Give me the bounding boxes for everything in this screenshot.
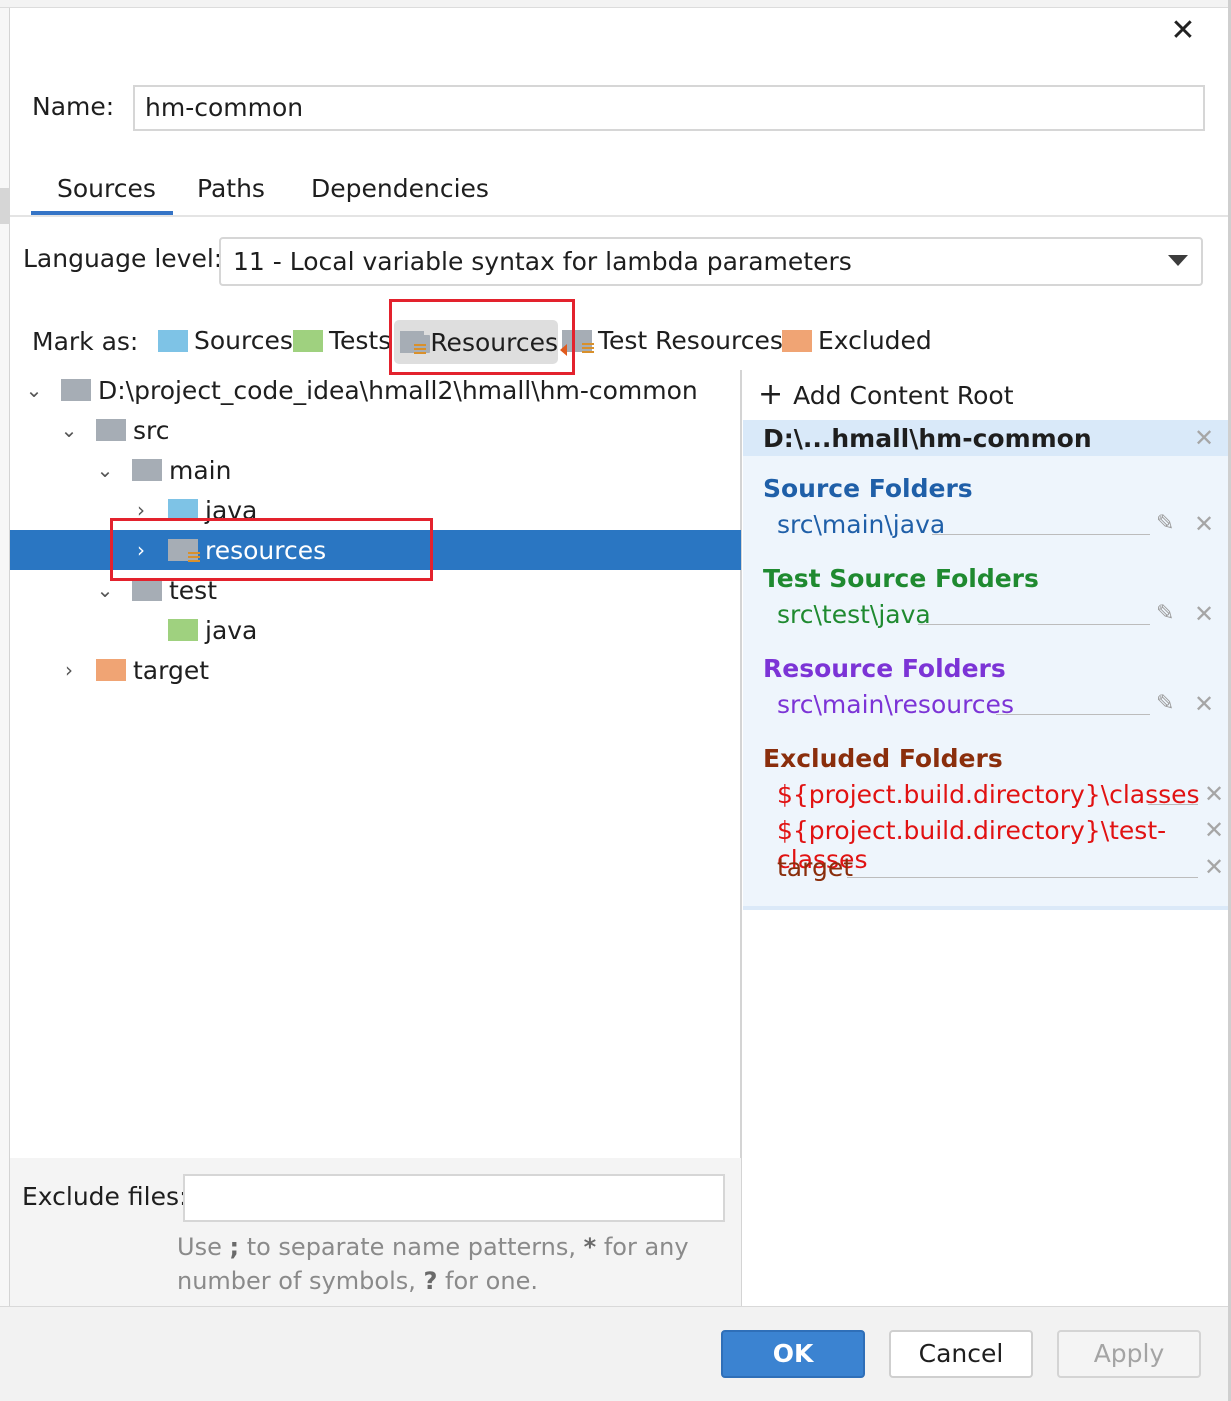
entry-leader-line bbox=[1148, 804, 1198, 805]
remove-icon[interactable]: ✕ bbox=[1194, 690, 1214, 718]
tree-label: target bbox=[133, 655, 210, 685]
exclude-files-input[interactable] bbox=[183, 1174, 725, 1222]
folder-tree[interactable]: ⌄ D:\project_code_idea\hmall2\hmall\hm-c… bbox=[10, 370, 741, 1158]
edit-pencil-icon[interactable]: ✎ bbox=[1156, 601, 1174, 626]
remove-icon[interactable]: ✕ bbox=[1204, 853, 1224, 881]
tree-label: D:\project_code_idea\hmall2\hmall\hm-com… bbox=[98, 375, 698, 405]
folder-green-icon bbox=[168, 619, 198, 641]
name-label: Name: bbox=[32, 92, 115, 121]
remove-content-root-icon[interactable]: ✕ bbox=[1194, 424, 1214, 452]
edit-pencil-icon[interactable]: ✎ bbox=[1156, 691, 1174, 716]
language-level-label: Language level: bbox=[23, 244, 223, 273]
source-folders-title: Source Folders bbox=[763, 474, 973, 503]
add-content-root-label: Add Content Root bbox=[793, 380, 1014, 410]
entry-leader-line bbox=[918, 624, 1150, 625]
source-folder-entry: src\main\java bbox=[777, 510, 946, 539]
tab-separator bbox=[10, 215, 1228, 217]
remove-icon[interactable]: ✕ bbox=[1204, 816, 1224, 844]
tree-row-src[interactable]: ⌄ src bbox=[10, 410, 741, 450]
folder-green-icon bbox=[293, 329, 323, 352]
entry-leader-line bbox=[847, 877, 1198, 878]
edit-pencil-icon[interactable]: ✎ bbox=[1156, 511, 1174, 536]
mark-as-tests-label: Tests bbox=[329, 326, 392, 355]
cancel-button[interactable]: Cancel bbox=[889, 1330, 1033, 1378]
entry-leader-line bbox=[932, 534, 1150, 535]
excluded-folder-entry: ${project.build.directory}\classes bbox=[777, 780, 1200, 809]
tree-row-main[interactable]: ⌄ main bbox=[10, 450, 741, 490]
apply-button[interactable]: Apply bbox=[1057, 1330, 1201, 1378]
mark-as-excluded-button[interactable]: Excluded bbox=[782, 326, 932, 355]
tab-dependencies[interactable]: Dependencies bbox=[311, 174, 489, 203]
folder-orange-icon bbox=[96, 659, 126, 681]
remove-icon[interactable]: ✕ bbox=[1204, 780, 1224, 808]
test-source-folders-title: Test Source Folders bbox=[763, 564, 1039, 593]
folder-blue-icon bbox=[158, 329, 188, 352]
tree-label: main bbox=[169, 455, 232, 485]
resource-folders-title: Resource Folders bbox=[763, 654, 1006, 683]
left-edge-marker bbox=[0, 188, 10, 224]
ok-button[interactable]: OK bbox=[721, 1330, 865, 1378]
tab-paths[interactable]: Paths bbox=[197, 174, 265, 203]
background-tab-strip bbox=[0, 0, 1231, 8]
dropdown-arrow-icon[interactable] bbox=[1168, 255, 1188, 266]
chevron-down-icon[interactable]: ⌄ bbox=[58, 419, 80, 441]
tree-row-test-java[interactable]: java bbox=[10, 610, 741, 650]
tree-label: java bbox=[205, 615, 258, 645]
name-field[interactable]: hm-common bbox=[133, 85, 1205, 131]
folder-gray-icon bbox=[96, 419, 126, 441]
remove-icon[interactable]: ✕ bbox=[1194, 510, 1214, 538]
folder-orange-icon bbox=[782, 329, 812, 352]
mark-as-test-resources-button[interactable]: Test Resources bbox=[560, 326, 783, 356]
tree-label: src bbox=[133, 415, 170, 445]
chevron-down-icon[interactable]: ⌄ bbox=[23, 379, 45, 401]
mark-as-label: Mark as: bbox=[32, 327, 139, 356]
mark-as-tests-button[interactable]: Tests bbox=[293, 326, 391, 355]
annotation-box-resources-folder bbox=[110, 518, 433, 581]
folder-gray-icon bbox=[61, 379, 91, 401]
mark-as-sources-button[interactable]: Sources bbox=[158, 326, 293, 355]
exclude-files-hint: Use ; to separate name patterns, * for a… bbox=[177, 1233, 689, 1295]
plus-icon: + bbox=[758, 377, 784, 412]
close-icon[interactable]: ✕ bbox=[1160, 12, 1206, 50]
tab-sources[interactable]: Sources bbox=[57, 174, 156, 203]
test-source-folder-entry: src\test\java bbox=[777, 600, 931, 629]
mark-as-test-resources-label: Test Resources bbox=[598, 326, 783, 355]
folder-gray-icon bbox=[132, 579, 162, 601]
chevron-right-icon[interactable]: › bbox=[58, 659, 80, 681]
tree-row-root[interactable]: ⌄ D:\project_code_idea\hmall2\hmall\hm-c… bbox=[10, 370, 741, 410]
tree-row-target[interactable]: › target bbox=[10, 650, 741, 690]
excluded-folder-entry: target bbox=[777, 853, 854, 882]
dialog-footer bbox=[0, 1306, 1228, 1401]
remove-icon[interactable]: ✕ bbox=[1194, 600, 1214, 628]
entry-leader-line bbox=[996, 714, 1150, 715]
exclude-files-label: Exclude files: bbox=[22, 1182, 188, 1211]
chevron-down-icon[interactable]: ⌄ bbox=[94, 459, 116, 481]
excluded-folders-title: Excluded Folders bbox=[763, 744, 1003, 773]
content-root-path: D:\...hmall\hm-common bbox=[763, 424, 1092, 453]
language-level-select[interactable]: 11 - Local variable syntax for lambda pa… bbox=[219, 237, 1203, 286]
annotation-box-resources-button bbox=[389, 299, 575, 375]
add-content-root-button[interactable]: + Add Content Root bbox=[758, 380, 1014, 410]
resource-folder-entry: src\main\resources bbox=[777, 690, 1014, 719]
mark-as-sources-label: Sources bbox=[194, 326, 293, 355]
folder-gray-icon bbox=[132, 459, 162, 481]
mark-as-excluded-label: Excluded bbox=[818, 326, 932, 355]
panel-divider[interactable] bbox=[741, 370, 742, 1306]
chevron-down-icon[interactable]: ⌄ bbox=[94, 579, 116, 601]
